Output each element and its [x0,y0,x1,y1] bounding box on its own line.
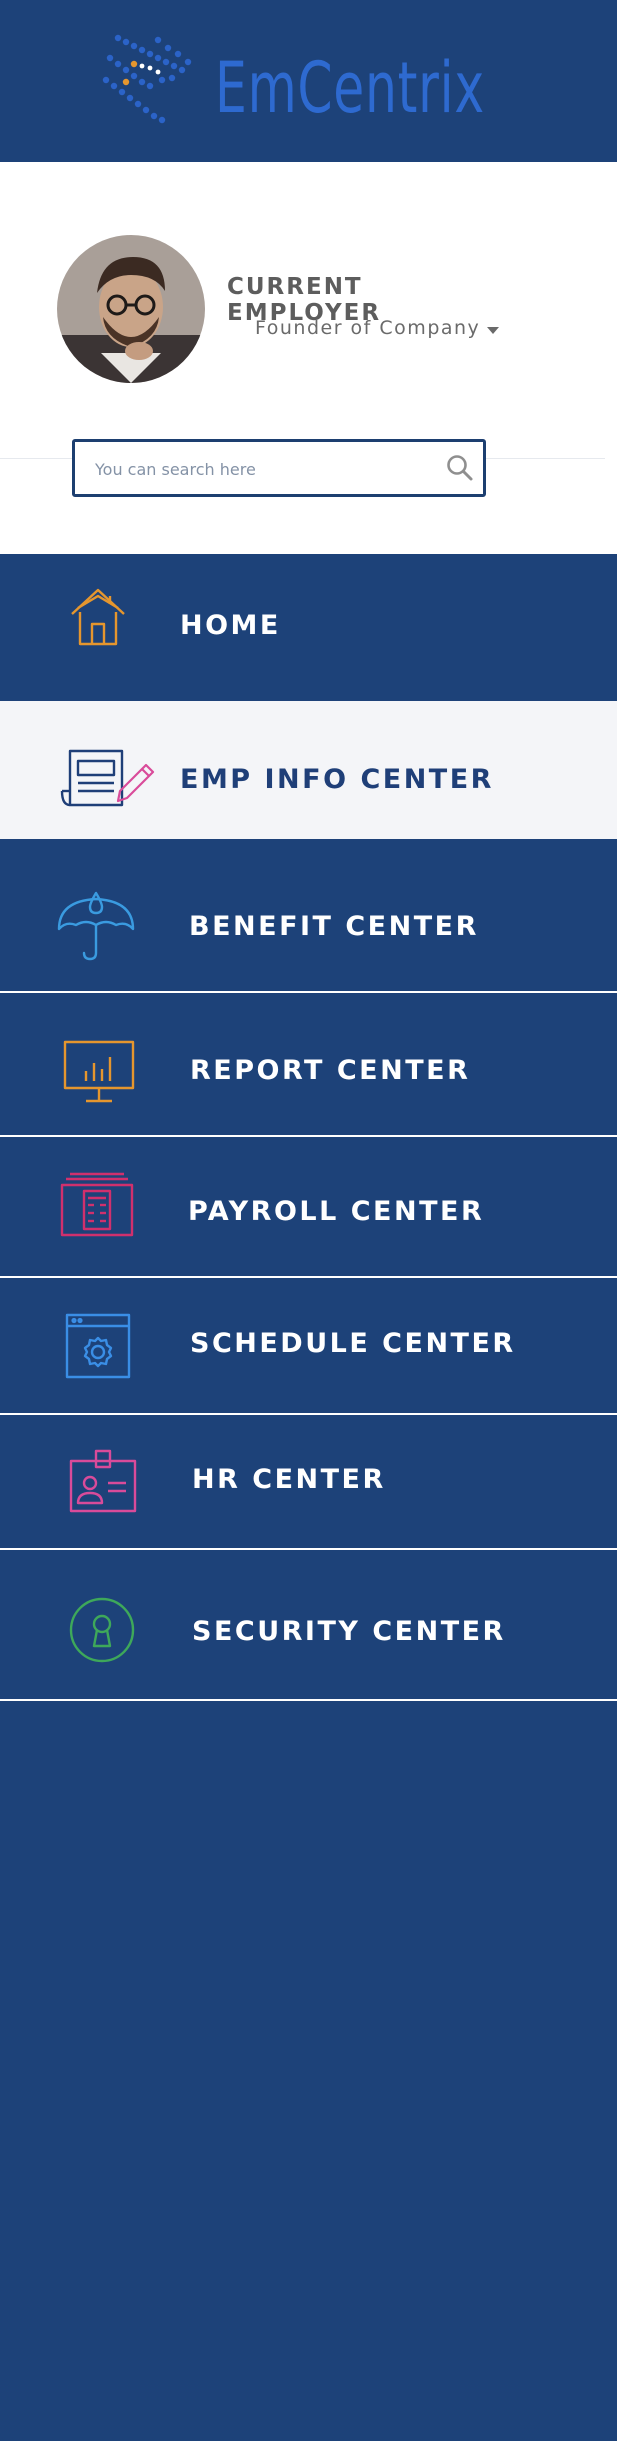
nav-label-payroll-center: PAYROLL CENTER [188,1196,485,1227]
nav-label-report-center: REPORT CENTER [190,1055,471,1086]
emcentrix-logo-icon [102,34,192,124]
presentation-chart-icon [63,1040,135,1103]
calculator-icon [60,1172,134,1237]
nav-separator [0,1699,617,1701]
search-icon[interactable] [445,453,475,483]
gear-window-icon [65,1313,131,1379]
search-box [72,439,486,497]
profile-panel: CURRENT EMPLOYER Founder of Company [0,162,617,554]
nav-label-security-center: SECURITY CENTER [192,1616,506,1647]
nav-item-hr-center[interactable]: HR CENTER [0,1415,617,1548]
search-input[interactable] [93,452,427,486]
nav-item-security-center[interactable]: SECURITY CENTER [0,1550,617,1699]
nav-item-home[interactable]: HOME [0,554,617,700]
user-role: Founder of Company [255,317,481,339]
caret-down-icon [487,327,500,334]
app-header: EmCentrix [0,0,617,162]
brand-name: EmCentrix [215,47,485,129]
nav-label-hr-center: HR CENTER [192,1464,386,1495]
user-avatar[interactable] [57,235,205,383]
nav-label-emp-info-center: EMP INFO CENTER [180,764,494,795]
id-badge-icon [69,1449,137,1513]
nav-label-benefit-center: BENEFIT CENTER [189,911,479,942]
nav-item-benefit-center[interactable]: BENEFIT CENTER [0,839,617,991]
umbrella-icon [57,891,135,961]
home-icon [71,588,125,646]
nav-item-schedule-center[interactable]: SCHEDULE CENTER [0,1278,617,1413]
role-dropdown[interactable]: Founder of Company [255,317,500,339]
nav-item-report-center[interactable]: REPORT CENTER [0,993,617,1135]
nav-item-emp-info-center[interactable]: EMP INFO CENTER [0,701,617,839]
document-pen-icon [60,749,155,807]
nav-item-payroll-center[interactable]: PAYROLL CENTER [0,1137,617,1276]
nav-label-schedule-center: SCHEDULE CENTER [190,1328,516,1359]
nav-label-home: HOME [180,610,281,641]
keyhole-icon [69,1597,135,1663]
